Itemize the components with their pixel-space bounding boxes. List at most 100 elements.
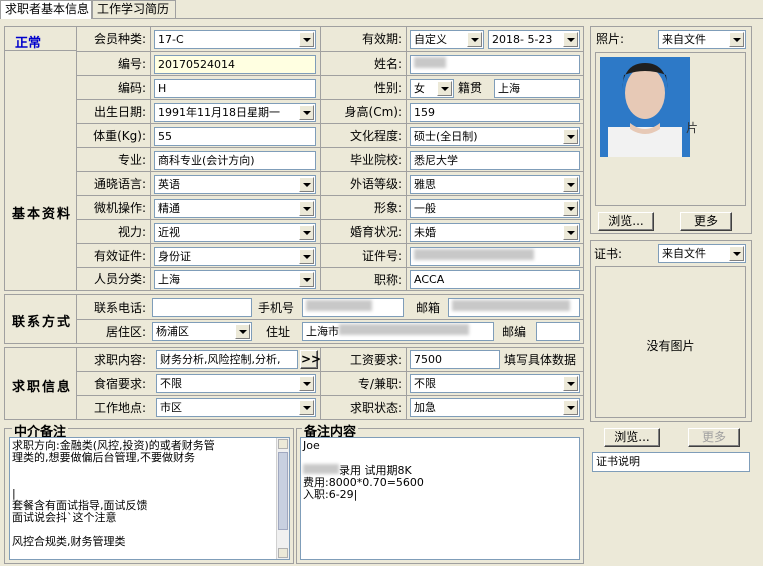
chevron-down-icon bbox=[563, 201, 578, 216]
mobile-label: 手机号 bbox=[258, 301, 295, 315]
chevron-down-icon bbox=[729, 32, 744, 47]
code-field[interactable]: H bbox=[154, 79, 316, 98]
scroll-up-icon[interactable] bbox=[278, 439, 288, 449]
expand-intent-button[interactable]: >> bbox=[300, 350, 321, 369]
education-select[interactable]: 硕士(全日制) bbox=[410, 127, 580, 146]
number-field[interactable]: 20170524014 bbox=[154, 55, 316, 74]
computer-label: 微机操作: bbox=[93, 201, 146, 215]
row-line bbox=[76, 395, 584, 396]
redacted-text bbox=[339, 324, 469, 335]
memo-line: 面试说会抖`这个注意 bbox=[12, 511, 117, 524]
section-contact-title: 联系方式 bbox=[12, 315, 73, 330]
address-field[interactable]: 上海市 bbox=[302, 322, 494, 341]
category-select[interactable]: 上海 bbox=[154, 270, 316, 289]
section-basic-title: 基本资料 bbox=[12, 207, 73, 222]
mobile-field[interactable] bbox=[302, 298, 404, 317]
photo-source-select[interactable]: 来自文件 bbox=[658, 30, 746, 49]
row-line bbox=[76, 171, 584, 172]
scroll-down-icon[interactable] bbox=[278, 548, 288, 558]
job-status-label: 求职状态: bbox=[349, 401, 402, 415]
certificate-browse-button[interactable]: 浏览... bbox=[604, 428, 660, 447]
validity-mode-value: 自定义 bbox=[414, 33, 447, 46]
redacted-text bbox=[452, 300, 570, 311]
fulltime-select[interactable]: 不限 bbox=[410, 374, 580, 393]
basic-divider bbox=[76, 26, 77, 291]
scroll-thumb[interactable] bbox=[278, 452, 288, 530]
chevron-down-icon bbox=[299, 225, 314, 240]
memo-line: 理类的,想要做偏后台管理,不要做财务 bbox=[12, 451, 195, 464]
tab-basic-info[interactable]: 求职者基本信息 bbox=[0, 0, 92, 19]
vision-value: 近视 bbox=[158, 226, 180, 239]
id-no-field[interactable] bbox=[410, 247, 580, 266]
job-status-value: 加急 bbox=[414, 401, 436, 414]
appearance-select[interactable]: 一般 bbox=[410, 199, 580, 218]
vision-select[interactable]: 近视 bbox=[154, 223, 316, 242]
certificate-more-button[interactable]: 更多 bbox=[688, 428, 740, 447]
memo-line bbox=[12, 476, 287, 488]
chevron-down-icon bbox=[563, 32, 578, 47]
computer-select[interactable]: 精通 bbox=[154, 199, 316, 218]
location-label: 工作地点: bbox=[93, 401, 146, 415]
phone-label: 联系电话: bbox=[93, 301, 146, 315]
notes-textarea[interactable]: Joe 录用 试用期8K 费用:8000*0.70=5600 入职:6-29| bbox=[300, 437, 580, 560]
col-line bbox=[320, 26, 321, 291]
school-label: 毕业院校: bbox=[349, 153, 402, 167]
chevron-down-icon bbox=[299, 177, 314, 192]
phone-field[interactable] bbox=[152, 298, 252, 317]
status-label: 正常 bbox=[15, 36, 42, 51]
gender-select[interactable]: 女 bbox=[410, 79, 454, 98]
district-select[interactable]: 杨浦区 bbox=[152, 322, 252, 341]
weight-field[interactable]: 55 bbox=[154, 127, 316, 146]
school-field[interactable]: 悉尼大学 bbox=[410, 151, 580, 170]
certificate-description-field[interactable]: 证书说明 bbox=[592, 452, 750, 472]
marital-select[interactable]: 未婚 bbox=[410, 223, 580, 242]
job-status-select[interactable]: 加急 bbox=[410, 398, 580, 417]
agent-notes-textarea[interactable]: 求职方向:金融类(风控,投资)的或者财务管 理类的,想要做偏后台管理,不要做财务… bbox=[9, 437, 290, 560]
zip-label: 邮编 bbox=[502, 325, 527, 339]
validity-date-value: 2018- 5-23 bbox=[492, 33, 553, 46]
memo-line bbox=[303, 452, 577, 464]
lang-level-label: 外语等级: bbox=[349, 177, 402, 191]
zip-field[interactable] bbox=[536, 322, 580, 341]
chevron-down-icon bbox=[563, 376, 578, 391]
address-prefix: 上海市 bbox=[306, 325, 339, 338]
validity-date-picker[interactable]: 2018- 5-23 bbox=[488, 30, 580, 49]
board-select[interactable]: 不限 bbox=[156, 374, 316, 393]
name-field[interactable] bbox=[410, 55, 580, 74]
certificate-empty-text: 没有图片 bbox=[646, 339, 695, 353]
chevron-down-icon bbox=[563, 225, 578, 240]
language-value: 英语 bbox=[158, 178, 180, 191]
title-field[interactable]: ACCA bbox=[410, 270, 580, 289]
row-line bbox=[76, 147, 584, 148]
native-field[interactable]: 上海 bbox=[494, 79, 580, 98]
appearance-label: 形象: bbox=[373, 201, 402, 215]
photo-more-button[interactable]: 更多 bbox=[680, 212, 732, 231]
number-label: 编号: bbox=[117, 57, 146, 71]
vertical-scrollbar[interactable] bbox=[276, 438, 289, 559]
location-select[interactable]: 市区 bbox=[156, 398, 316, 417]
chevron-down-icon bbox=[299, 272, 314, 287]
height-field[interactable]: 159 bbox=[410, 103, 580, 122]
major-field[interactable]: 商科专业(会计方向) bbox=[154, 151, 316, 170]
photo-browse-button[interactable]: 浏览... bbox=[598, 212, 654, 231]
id-type-select[interactable]: 身份证 bbox=[154, 247, 316, 266]
col-line bbox=[406, 26, 407, 291]
chevron-down-icon bbox=[235, 324, 250, 339]
certificate-source-select[interactable]: 来自文件 bbox=[658, 244, 746, 263]
certificate-label: 证书: bbox=[594, 247, 623, 261]
intent-field[interactable]: 财务分析,风险控制,分析, bbox=[156, 350, 298, 369]
tab-divider bbox=[0, 18, 763, 19]
id-type-value: 身份证 bbox=[158, 250, 191, 263]
birth-date-picker[interactable]: 1991年11月18日星期一 bbox=[154, 103, 316, 122]
salary-field[interactable]: 7500 bbox=[410, 350, 500, 369]
tab-resume[interactable]: 工作学习简历 bbox=[92, 0, 176, 18]
photo-frame: 片 bbox=[595, 52, 746, 206]
validity-mode-select[interactable]: 自定义 bbox=[410, 30, 484, 49]
lang-level-select[interactable]: 雅思 bbox=[410, 175, 580, 194]
id-type-label: 有效证件: bbox=[93, 249, 146, 263]
email-field[interactable] bbox=[448, 298, 580, 317]
member-type-select[interactable]: 17-C bbox=[154, 30, 316, 49]
gender-label: 性别: bbox=[373, 81, 402, 95]
language-select[interactable]: 英语 bbox=[154, 175, 316, 194]
member-type-value: 17-C bbox=[158, 33, 184, 46]
